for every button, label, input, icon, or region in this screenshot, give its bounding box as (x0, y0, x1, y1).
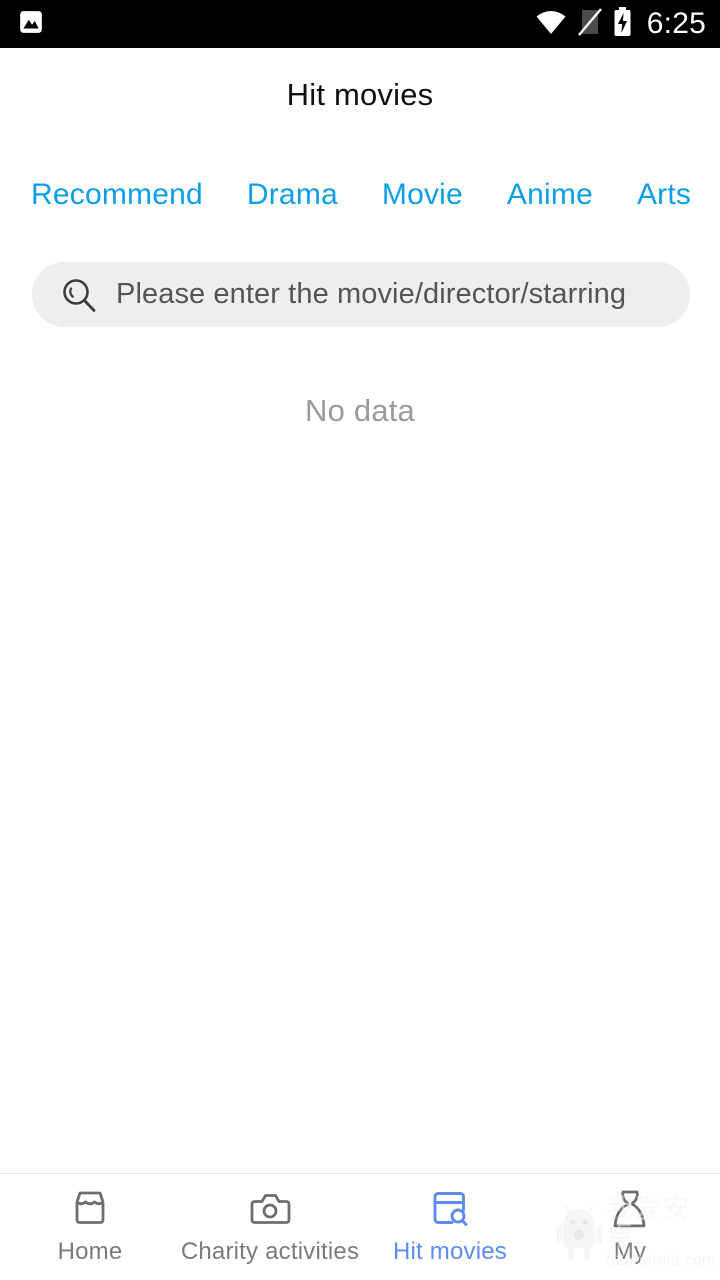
nav-label-home: Home (57, 1238, 123, 1265)
nav-label-hit-movies: Hit movies (392, 1238, 508, 1265)
status-bar-clock: 6:25 (646, 6, 706, 40)
store-icon (67, 1186, 113, 1232)
battery-charging-icon (613, 6, 632, 42)
image-photo-icon (18, 9, 44, 40)
nav-label-charity-activities: Charity activities (180, 1238, 360, 1265)
tab-anime[interactable]: Anime (507, 180, 593, 210)
category-tab-bar[interactable]: Recommend Drama Movie Anime Arts (0, 160, 720, 230)
wifi-icon (535, 9, 567, 40)
tab-recommend[interactable]: Recommend (31, 180, 203, 210)
movie-list-container: No data (0, 327, 720, 1173)
tab-drama[interactable]: Drama (247, 180, 338, 210)
page-title: Hit movies (286, 77, 434, 112)
bottom-navigation-bar: Home Charity activities Hit movies My (0, 1173, 720, 1280)
no-sim-signal-icon (577, 7, 602, 41)
app-screen: 6:25 Hit movies Recommend Drama Movie An… (0, 0, 720, 1280)
nav-item-hit-movies[interactable]: Hit movies (360, 1174, 540, 1280)
status-bar-notifications (18, 9, 44, 40)
tab-movie[interactable]: Movie (382, 180, 463, 210)
nav-item-my[interactable]: My (540, 1174, 720, 1280)
tab-arts[interactable]: Arts (637, 180, 691, 210)
status-bar: 6:25 (0, 0, 720, 48)
search-input[interactable]: Please enter the movie/director/starring (32, 262, 690, 327)
search-bar-container: Please enter the movie/director/starring (32, 262, 690, 327)
title-bar: Hit movies (0, 48, 720, 142)
search-icon (60, 276, 98, 314)
camera-icon (247, 1186, 293, 1232)
search-placeholder-text: Please enter the movie/director/starring (116, 278, 627, 310)
browser-search-icon (427, 1186, 473, 1232)
nav-item-home[interactable]: Home (0, 1174, 180, 1280)
empty-state-message: No data (305, 393, 415, 428)
nav-label-my: My (613, 1238, 647, 1265)
person-icon (607, 1186, 653, 1232)
nav-item-charity-activities[interactable]: Charity activities (180, 1174, 360, 1280)
status-bar-system-icons: 6:25 (535, 6, 706, 42)
